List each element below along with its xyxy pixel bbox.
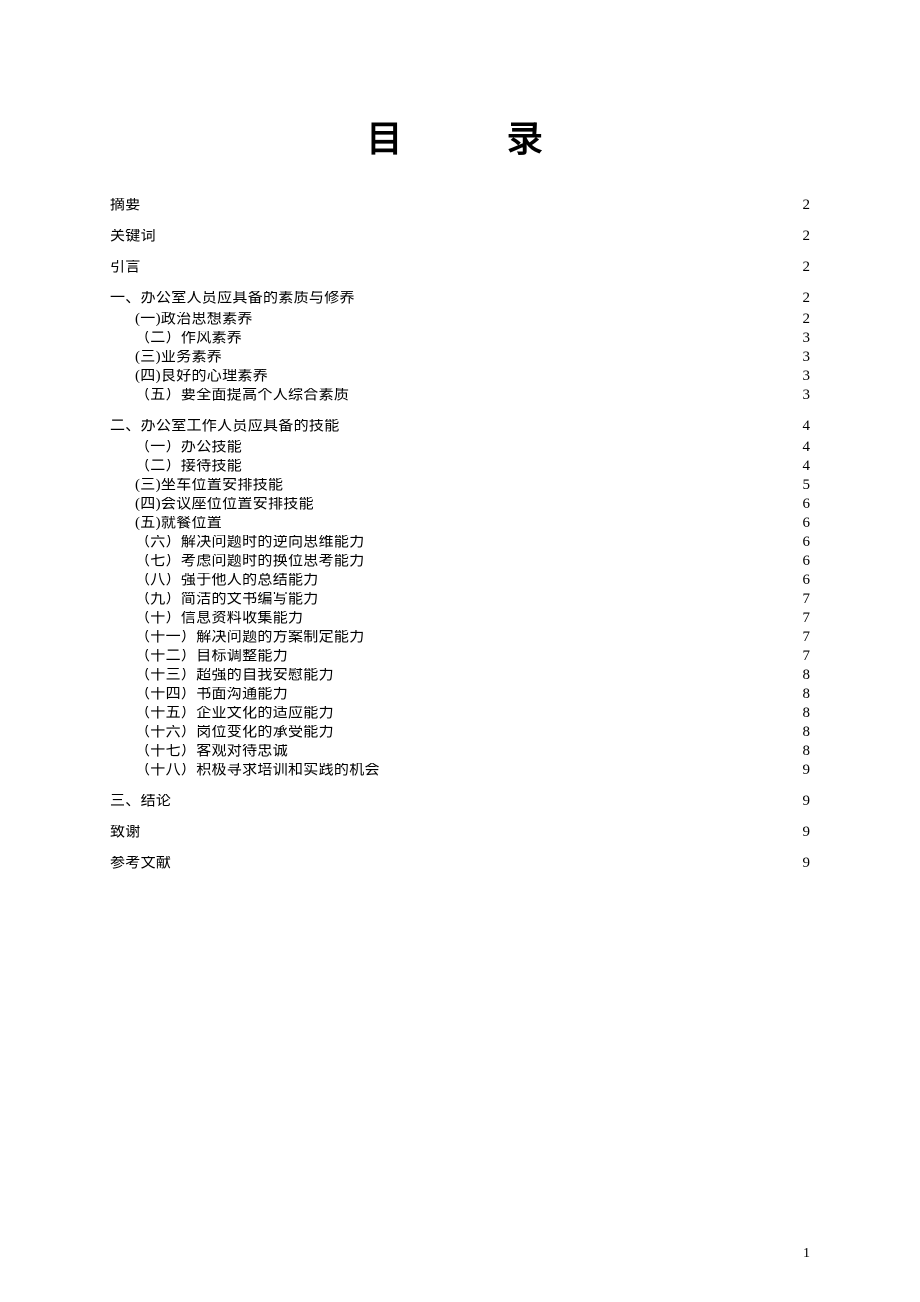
toc-entry-page: 7 [798,611,810,626]
toc-title: 目 录 [110,110,810,162]
toc-entry-page: 6 [798,516,810,531]
toc-entry-label: (四)良好的心理素养 [135,369,268,384]
toc-entry-label: (三)坐车位置安排技能 [135,478,283,493]
toc-entry-page: 2 [798,260,810,275]
toc-entry: （十四）书面沟通能力 8 [110,687,810,702]
toc-entry-label: 摘要 [110,198,141,213]
toc-entry: (三)业务素养 3 [110,350,810,365]
toc-entry-label: 二、办公室工作人员应具备的技能 [110,419,340,434]
toc-entry-label: (三)业务素养 [135,350,222,365]
toc-entry-page: 9 [798,856,810,871]
toc-entry-label: （六）解决问题时的逆向思维能力 [135,535,365,550]
toc-entry-page: 3 [798,369,810,384]
toc-entry: 致谢 9 [110,825,810,840]
toc-entry: 摘要 2 [110,198,810,213]
toc-entry: （六）解决问题时的逆向思维能力 6 [110,535,810,550]
toc-entry-page: 2 [798,198,810,213]
toc-entry: （十三）超强的自我安慰能力 8 [110,668,810,683]
toc-entry-page: 6 [798,497,810,512]
toc-entry: （二）作风素养 3 [110,331,810,346]
toc-entry-label: (四)会议座位位置安排技能 [135,497,314,512]
toc-entry-label: 致谢 [110,825,141,840]
toc-entry-label: （十五）企业文化的适应能力 [135,706,334,721]
toc-entry-label: （十二）目标调整能力 [135,649,288,664]
toc-entry: （八）强于他人的总结能力 6 [110,573,810,588]
toc-entry-label: （十）信息资料收集能力 [135,611,303,626]
toc-entry-label: （十八）积极寻求培训和实践的机会 [135,763,380,778]
toc-entry: (四)良好的心理素养 3 [110,369,810,384]
toc-entry-page: 8 [798,687,810,702]
toc-entry: （九）简洁的文书编写能力 7 [110,592,810,607]
toc-entry-label: （十四）书面沟通能力 [135,687,288,702]
toc-entry-label: （五）要全面提高个人综合素质 [135,388,349,403]
toc-entry-label: （十六）岗位变化的承受能力 [135,725,334,740]
toc-entry-label: （九）简洁的文书编写能力 [135,592,319,607]
toc-entry: 参考文献 9 [110,856,810,871]
toc-entry-page: 9 [798,763,810,778]
toc-entry-page: 2 [798,312,810,327]
toc-entry-page: 7 [798,630,810,645]
toc-entry: （二）接待技能 4 [110,459,810,474]
toc-entry-label: 三、结论 [110,794,171,809]
toc-entry: (四)会议座位位置安排技能 6 [110,497,810,512]
toc-entry-page: 8 [798,744,810,759]
toc-entry-page: 2 [798,291,810,306]
toc-entry-page: 6 [798,535,810,550]
toc-entry-page: 8 [798,725,810,740]
toc-entry-page: 4 [798,440,810,455]
toc-entry-page: 8 [798,668,810,683]
toc-entry-label: 一、办公室人员应具备的素质与修养 [110,291,355,306]
toc-entry: 关键词 2 [110,229,810,244]
toc-entry: （十八）积极寻求培训和实践的机会 9 [110,763,810,778]
toc-entry-label: （七）考虑问题时的换位思考能力 [135,554,365,569]
toc-entry: 三、结论 9 [110,794,810,809]
toc-entry-label: 参考文献 [110,856,171,871]
toc-entry: （一）办公技能 4 [110,440,810,455]
toc-entry-label: 关键词 [110,229,156,244]
toc-entry-page: 4 [798,419,810,434]
toc-entry-page: 6 [798,573,810,588]
toc-entry-page: 4 [798,459,810,474]
toc-entry: (三)坐车位置安排技能 5 [110,478,810,493]
toc-entry-label: （十三）超强的自我安慰能力 [135,668,334,683]
toc-entry-label: （二）作风素养 [135,331,242,346]
toc-entry-page: 9 [798,794,810,809]
toc-entry: (一)政治思想素养 2 [110,312,810,327]
toc-entry-page: 7 [798,649,810,664]
toc-entry-page: 3 [798,331,810,346]
toc-entry-label: (一)政治思想素养 [135,312,253,327]
toc-entry-label: （一）办公技能 [135,440,242,455]
toc-entry-label: (五)就餐位置 [135,516,222,531]
toc-entry-page: 2 [798,229,810,244]
toc-entry: (五)就餐位置 6 [110,516,810,531]
toc-entry: （十一）解决问题的方案制定能力 7 [110,630,810,645]
toc-entry: （十五）企业文化的适应能力 8 [110,706,810,721]
toc-entry-label: 引言 [110,260,141,275]
toc-entry: （五）要全面提高个人综合素质 3 [110,388,810,403]
toc-entry-label: （二）接待技能 [135,459,242,474]
toc-entry: （十二）目标调整能力 7 [110,649,810,664]
toc-entry: （十）信息资料收集能力 7 [110,611,810,626]
toc-entry-label: （十七）客观对待忠诚 [135,744,288,759]
toc-entry-page: 9 [798,825,810,840]
toc-entry-label: （十一）解决问题的方案制定能力 [135,630,365,645]
toc-entry: 二、办公室工作人员应具备的技能 4 [110,419,810,434]
toc-entry-page: 6 [798,554,810,569]
toc-entry-page: 7 [798,592,810,607]
toc-entry: （七）考虑问题时的换位思考能力 6 [110,554,810,569]
toc-entry-page: 8 [798,706,810,721]
toc-entry-page: 3 [798,388,810,403]
toc-entry-page: 3 [798,350,810,365]
toc-entry-page: 5 [798,478,810,493]
page-number: 1 [803,1246,810,1262]
toc-entry: 一、办公室人员应具备的素质与修养 2 [110,291,810,306]
toc-list: 摘要 2 关键词 2 引言 2 一、办公室人员应具备的素质与修养 2 (一)政治思想素养 2 （二）… [110,198,810,871]
toc-entry: （十六）岗位变化的承受能力 8 [110,725,810,740]
toc-entry: 引言 2 [110,260,810,275]
toc-entry: （十七）客观对待忠诚 8 [110,744,810,759]
toc-entry-label: （八）强于他人的总结能力 [135,573,319,588]
